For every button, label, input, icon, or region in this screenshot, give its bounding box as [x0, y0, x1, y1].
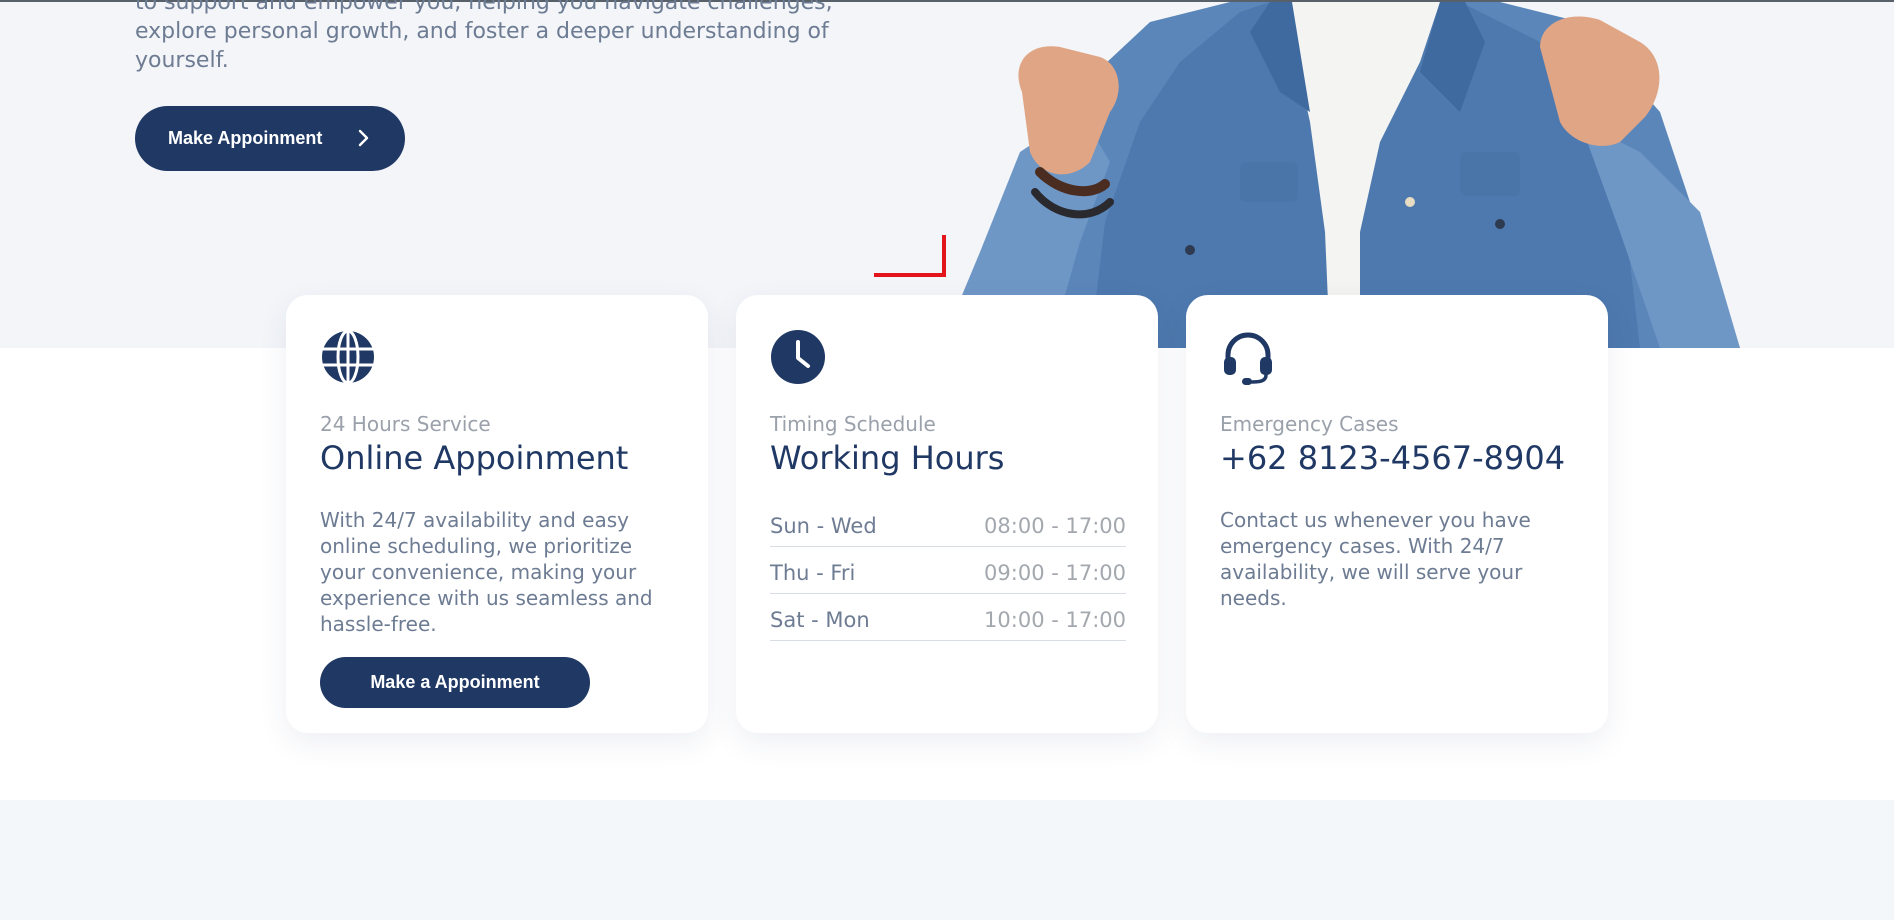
schedule-card-title: Working Hours: [770, 439, 1005, 477]
hours-row: Sun - Wed 08:00 - 17:00: [770, 501, 1126, 547]
chevron-right-icon: [358, 129, 369, 147]
hours-time: 10:00 - 17:00: [984, 607, 1126, 632]
hero-text-line: to support and empower you, helping you …: [135, 0, 833, 15]
service-card-kicker: 24 Hours Service: [320, 412, 491, 436]
globe-icon: [322, 329, 374, 385]
emergency-phone-number: +62 8123-4567-8904: [1220, 439, 1566, 477]
make-a-appointment-button-label: Make a Appoinment: [370, 672, 540, 692]
working-hours-list: Sun - Wed 08:00 - 17:00 Thu - Fri 09:00 …: [770, 501, 1126, 641]
hours-row: Sat - Mon 10:00 - 17:00: [770, 595, 1126, 641]
make-appointment-button-label: Make Appoinment: [168, 128, 323, 148]
service-card: 24 Hours Service Online Appoinment With …: [286, 295, 708, 733]
make-appointment-button[interactable]: Make Appoinment: [135, 106, 405, 171]
hours-time: 08:00 - 17:00: [984, 513, 1126, 538]
hero-text-line: explore personal growth, and foster a de…: [135, 19, 829, 44]
service-card-description: With 24/7 availability and easy online s…: [320, 508, 653, 636]
hours-day: Thu - Fri: [770, 560, 856, 585]
emergency-card: Emergency Cases +62 8123-4567-8904 Conta…: [1186, 295, 1608, 733]
hours-day: Sun - Wed: [770, 513, 877, 538]
hours-time: 09:00 - 17:00: [984, 560, 1126, 585]
next-section-background: [0, 800, 1894, 920]
service-card-title: Online Appoinment: [320, 439, 629, 477]
schedule-card-kicker: Timing Schedule: [770, 412, 936, 436]
decorative-corner-accent: [874, 235, 946, 277]
hero-description: to support and empower you, helping you …: [135, 0, 855, 75]
emergency-card-kicker: Emergency Cases: [1220, 412, 1399, 436]
headset-icon: [1224, 332, 1272, 385]
clock-icon: [771, 330, 825, 384]
make-a-appointment-button[interactable]: Make a Appoinment: [320, 657, 590, 708]
hours-row: Thu - Fri 09:00 - 17:00: [770, 548, 1126, 594]
hours-day: Sat - Mon: [770, 607, 870, 632]
hero-text-line: yourself.: [135, 48, 229, 73]
emergency-card-description: Contact us whenever you have emergency c…: [1220, 508, 1531, 610]
schedule-card: Timing Schedule Working Hours Sun - Wed …: [736, 295, 1158, 733]
